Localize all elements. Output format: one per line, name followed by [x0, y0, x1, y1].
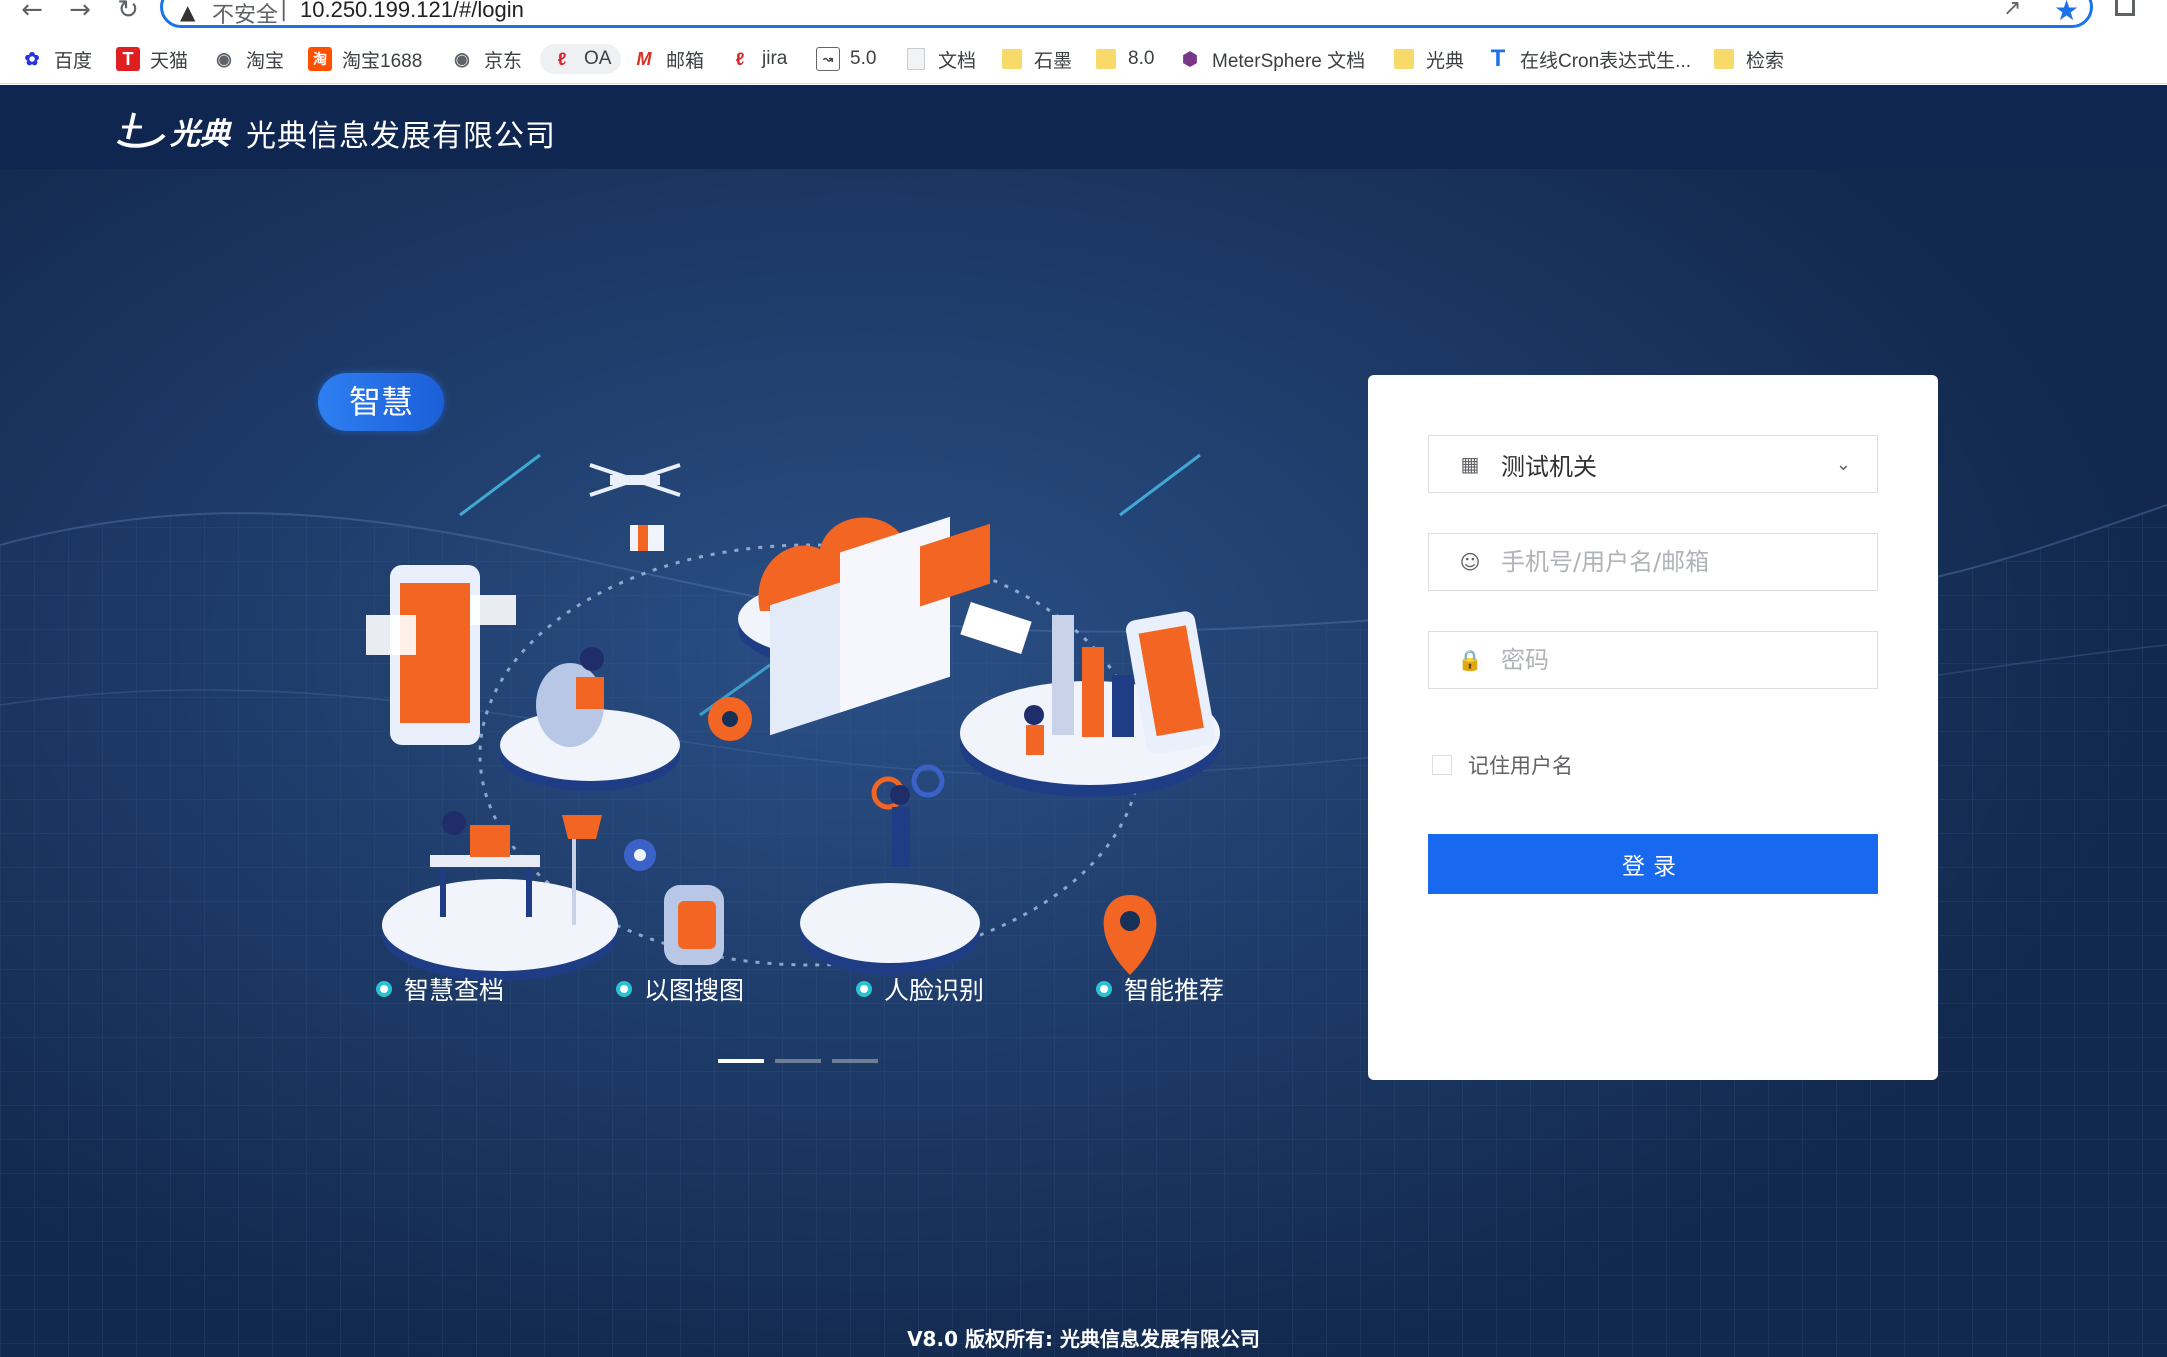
- bookmark-label: 8.0: [1128, 48, 1155, 69]
- bookmark-item[interactable]: T 在线Cron表达式生...: [1486, 44, 1691, 74]
- bookmark-item[interactable]: 检索: [1712, 44, 1784, 74]
- browser-toolbar: ← → ↻ ▲ 不安全 | 10.250.199.121/#/login ↗ ★: [0, 0, 2167, 30]
- bookmark-star-icon[interactable]: ★: [2054, 0, 2079, 27]
- insecure-label: 不安全: [212, 3, 279, 28]
- user-icon: ☺: [1459, 550, 1481, 574]
- bookmark-item[interactable]: 8.0: [1094, 44, 1154, 74]
- bookmark-label: 淘宝1688: [342, 50, 423, 72]
- folder-icon: [1000, 47, 1024, 71]
- feature-label: 人脸识别: [884, 976, 985, 1005]
- organization-select[interactable]: ▦ 测试机关 ⌄: [1428, 435, 1878, 493]
- feature-dot-icon: [616, 981, 632, 997]
- bookmarks-bar: ✿ 百度 T 天猫 ◉ 淘宝 淘 淘宝1688 ◉ 京东 ℓ OA M 邮箱 ℓ…: [0, 36, 2167, 84]
- building-icon: ▦: [1460, 452, 1480, 476]
- carousel-indicator-3[interactable]: [832, 1059, 878, 1063]
- drone-icon: [589, 463, 681, 551]
- feature-item: 智慧查档: [376, 971, 504, 1007]
- bookmark-item[interactable]: 文档: [904, 44, 976, 74]
- metersphere-icon: ⬢: [1182, 48, 1198, 69]
- company-name: 光典信息发展有限公司: [246, 119, 556, 154]
- chart-icon: ↝: [816, 47, 840, 71]
- bookmark-item[interactable]: ⬢ MeterSphere 文档: [1178, 44, 1365, 74]
- chevron-down-icon: ⌄: [1835, 454, 1851, 475]
- feature-item: 以图搜图: [616, 971, 744, 1007]
- carousel-indicator-1[interactable]: [718, 1059, 764, 1063]
- folder-icon: [1094, 47, 1118, 71]
- login-page: 光典 光典信息发展有限公司 智慧 智慧查档 以图搜图 人脸识别 智能推荐 ▦ 测…: [0, 85, 2167, 1357]
- bookmark-label: 邮箱: [666, 50, 705, 72]
- globe-icon: ◉: [216, 48, 232, 69]
- password-input[interactable]: [1501, 646, 1841, 674]
- reload-icon[interactable]: ↻: [110, 0, 146, 23]
- bookmark-label: MeterSphere 文档: [1212, 50, 1366, 72]
- globe-icon: ◉: [454, 48, 470, 69]
- bookmark-label: 淘宝: [246, 50, 285, 72]
- bookmark-label: 光典: [1426, 50, 1465, 72]
- document-icon: [904, 47, 928, 71]
- bookmark-item[interactable]: 淘 淘宝1688: [308, 44, 422, 74]
- bookmark-item[interactable]: ✿ 百度: [20, 44, 92, 74]
- feature-dot-icon: [856, 981, 872, 997]
- bookmark-label: 天猫: [150, 50, 189, 72]
- bookmark-item[interactable]: ◉ 京东: [450, 44, 522, 74]
- bookmark-label: 石墨: [1034, 50, 1073, 72]
- feature-label: 以图搜图: [644, 976, 745, 1005]
- mail-m-icon: M: [636, 48, 652, 69]
- remember-checkbox[interactable]: [1432, 755, 1452, 775]
- warning-triangle-icon: ▲: [180, 0, 196, 24]
- baidu-paw-icon: ✿: [24, 48, 40, 69]
- bookmark-label: 5.0: [850, 48, 877, 69]
- folder-icon: [1392, 47, 1416, 71]
- bookmark-label: jira: [762, 48, 788, 69]
- bookmark-label: 在线Cron表达式生...: [1520, 50, 1692, 72]
- feature-dot-icon: [376, 981, 392, 997]
- organization-value: 测试机关: [1501, 452, 1597, 481]
- folder-icon: [1712, 47, 1736, 71]
- login-button[interactable]: 登录: [1428, 834, 1878, 894]
- oa-logo-icon: ℓ: [557, 48, 567, 69]
- feature-item: 人脸识别: [856, 971, 984, 1007]
- bookmark-item[interactable]: ↝ 5.0: [816, 44, 876, 74]
- bookmark-item[interactable]: ◉ 淘宝: [212, 44, 284, 74]
- share-icon[interactable]: ↗: [2003, 0, 2021, 21]
- bookmark-label: 百度: [54, 50, 93, 72]
- remember-label: 记住用户名: [1468, 754, 1573, 778]
- footer-copyright: V8.0 版权所有: 光典信息发展有限公司: [907, 1327, 1260, 1351]
- feature-dot-icon: [1096, 981, 1112, 997]
- guangdian-logo-icon: [116, 112, 166, 148]
- bookmark-item[interactable]: 石墨: [1000, 44, 1072, 74]
- feature-label: 智慧查档: [404, 976, 505, 1005]
- bookmark-item[interactable]: 光典: [1392, 44, 1464, 74]
- back-arrow-icon[interactable]: ←: [14, 0, 50, 23]
- top-header: 光典 光典信息发展有限公司: [0, 85, 2167, 169]
- taobao-icon: 淘: [308, 47, 332, 71]
- feature-item: 智能推荐: [1096, 971, 1224, 1007]
- username-input[interactable]: [1501, 548, 1841, 576]
- bookmark-item[interactable]: ℓ OA: [540, 44, 622, 74]
- logo-brand: 光典: [170, 117, 230, 152]
- bookmark-label: 文档: [938, 50, 977, 72]
- address-separator: |: [280, 0, 288, 22]
- username-field: ☺: [1428, 533, 1878, 591]
- forward-arrow-icon[interactable]: →: [62, 0, 98, 23]
- tmall-icon: T: [116, 47, 140, 71]
- login-card: ▦ 测试机关 ⌄ ☺ 🔒 记住用户名 登录: [1368, 375, 1938, 1080]
- lock-icon: 🔒: [1457, 648, 1483, 672]
- jira-logo-icon: ℓ: [735, 48, 745, 69]
- bookmark-item[interactable]: T 天猫: [116, 44, 188, 74]
- t-logo-icon: T: [1490, 45, 1506, 72]
- bookmark-label: 京东: [484, 50, 523, 72]
- smart-archive-illustration: [366, 453, 1220, 981]
- feature-label: 智能推荐: [1124, 976, 1225, 1005]
- password-field: 🔒: [1428, 631, 1878, 689]
- bookmark-item[interactable]: ℓ jira: [728, 44, 788, 74]
- carousel-indicator-2[interactable]: [775, 1059, 821, 1063]
- tab-search-icon[interactable]: [2115, 0, 2135, 16]
- bookmark-label: OA: [584, 48, 612, 69]
- remember-username[interactable]: 记住用户名: [1432, 750, 1573, 780]
- address-url[interactable]: 10.250.199.121/#/login: [300, 0, 524, 23]
- bookmark-label: 检索: [1746, 50, 1785, 72]
- bookmark-item[interactable]: M 邮箱: [632, 44, 705, 74]
